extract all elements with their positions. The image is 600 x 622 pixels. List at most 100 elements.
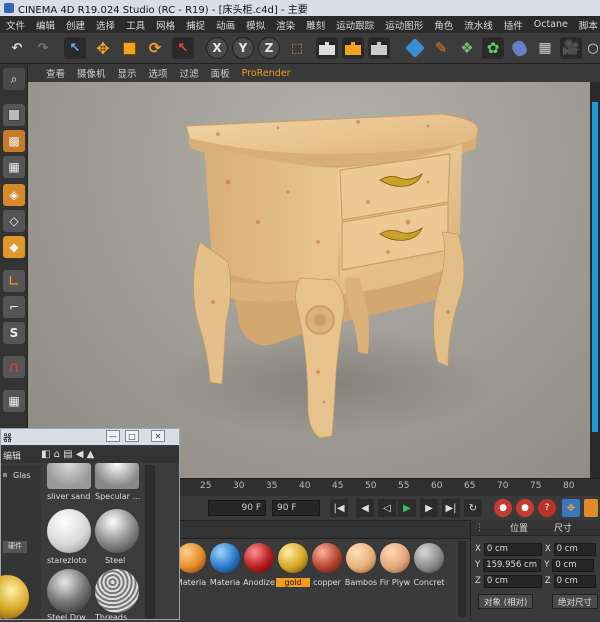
menu-tools[interactable]: 工具 <box>126 18 145 32</box>
menu-select[interactable]: 选择 <box>96 18 115 32</box>
scale-key-icon[interactable] <box>584 499 598 517</box>
cube-primitive-icon[interactable] <box>404 37 426 59</box>
scale-icon[interactable] <box>118 37 140 59</box>
menu-plugins[interactable]: 插件 <box>504 18 523 32</box>
menu-edit[interactable]: 编辑 <box>36 18 55 32</box>
render-view-icon[interactable] <box>316 37 338 59</box>
viewport-menu-prorender[interactable]: ProRender <box>242 68 291 79</box>
position-x-field[interactable]: 0 cm <box>483 542 542 556</box>
right-panel-tab[interactable] <box>592 102 598 432</box>
content-browser-edit-menu[interactable]: 编辑 <box>3 449 21 462</box>
menu-snap[interactable]: 捕捉 <box>186 18 205 32</box>
z-axis-lock-button[interactable]: Z <box>258 37 280 59</box>
material-swatch[interactable]: Bambos <box>344 543 378 587</box>
viewport-menu-display[interactable]: 显示 <box>118 66 137 80</box>
size-z-field[interactable]: 0 cm <box>553 574 596 588</box>
axis-mode-icon[interactable]: ∟ <box>3 270 25 292</box>
record-keyframe-icon[interactable]: ● <box>494 499 512 517</box>
material-scrollbar[interactable] <box>458 541 466 617</box>
cloner-icon[interactable]: ✿ <box>482 37 504 59</box>
tweak-mode-icon[interactable]: ⌐ <box>3 296 25 318</box>
menu-file[interactable]: 文件 <box>6 18 25 32</box>
maximize-button[interactable]: □ <box>125 430 139 442</box>
end-frame-field[interactable]: 90 F <box>272 500 320 516</box>
content-browser-tree[interactable]: Glas 硬件 <box>0 465 41 619</box>
menu-simulate[interactable]: 模拟 <box>246 18 265 32</box>
loop-icon[interactable]: ↻ <box>464 499 482 517</box>
floor-icon[interactable]: ▦ <box>534 37 556 59</box>
material-thumb-specular[interactable] <box>95 463 139 489</box>
start-frame-field[interactable]: 90 F <box>208 500 266 516</box>
material-swatch[interactable]: Concret <box>412 543 446 587</box>
coords-menu-icon[interactable]: ⋮ <box>475 523 484 533</box>
deformer-icon[interactable] <box>508 37 530 59</box>
viewport-menu-cameras[interactable]: 摄像机 <box>77 66 106 80</box>
minimize-button[interactable]: — <box>106 430 120 442</box>
menu-motion-tracking[interactable]: 运动跟踪 <box>336 18 374 32</box>
material-swatch[interactable]: Materia <box>208 543 242 587</box>
position-z-field[interactable]: 0 cm <box>483 574 542 588</box>
render-picture-viewer-icon[interactable] <box>342 37 364 59</box>
go-to-end-icon[interactable]: ▶| <box>442 499 460 517</box>
menu-pipeline[interactable]: 流水线 <box>464 18 493 32</box>
go-to-start-icon[interactable]: |◀ <box>330 499 348 517</box>
magnet-icon[interactable]: ∩ <box>3 356 25 378</box>
keyframe-selection-icon[interactable]: ? <box>538 499 556 517</box>
move-icon[interactable]: ✥ <box>92 37 114 59</box>
menu-sculpt[interactable]: 雕刻 <box>306 18 325 32</box>
select-arrow-icon[interactable]: ↖ <box>64 37 86 59</box>
material-thumb-steel[interactable] <box>95 509 139 553</box>
tree-expander-icon[interactable] <box>3 473 7 477</box>
menu-mesh[interactable]: 网格 <box>156 18 175 32</box>
menu-render[interactable]: 渲染 <box>276 18 295 32</box>
next-key-icon[interactable]: ▶ <box>420 499 438 517</box>
previous-key-icon[interactable]: ◀ <box>356 499 374 517</box>
undo-icon[interactable]: ↶ <box>6 37 28 59</box>
menu-animate[interactable]: 动画 <box>216 18 235 32</box>
material-thumb-steel-drw[interactable] <box>47 569 91 613</box>
y-axis-lock-button[interactable]: Y <box>232 37 254 59</box>
size-mode-dropdown[interactable]: 绝对尺寸 <box>552 594 599 609</box>
material-swatch[interactable]: Fir Plyw <box>378 543 412 587</box>
position-y-field[interactable]: 159.956 cm <box>483 558 542 572</box>
render-settings-icon[interactable] <box>368 37 390 59</box>
coordinate-system-icon[interactable]: ⬚ <box>286 37 308 59</box>
tree-item-glass[interactable]: Glas <box>13 471 31 480</box>
menu-create[interactable]: 创建 <box>66 18 85 32</box>
coordinate-mode-dropdown[interactable]: 对象 (相对) <box>478 594 534 609</box>
material-swatch[interactable]: copper <box>310 543 344 587</box>
content-browser-scrollbar[interactable] <box>145 465 155 619</box>
recent-tool-icon[interactable]: ↖ <box>172 37 194 59</box>
viewport-menu-filter[interactable]: 过滤 <box>180 66 199 80</box>
make-editable-icon[interactable]: ⌕ <box>3 68 25 90</box>
material-thumb-threads[interactable] <box>95 569 139 613</box>
tree-item-hardware[interactable]: 硬件 <box>3 541 27 553</box>
3d-viewport[interactable] <box>28 82 590 480</box>
rotate-icon[interactable]: ⟳ <box>144 37 166 59</box>
workplane-icon[interactable]: ▦ <box>3 390 25 412</box>
menu-mograph[interactable]: 运动图形 <box>385 18 423 32</box>
material-swatch[interactable]: Anodize <box>242 543 276 587</box>
subdivision-surface-icon[interactable]: ❖ <box>456 37 478 59</box>
material-swatch-selected[interactable]: gold <box>276 543 310 587</box>
close-button[interactable]: ✕ <box>151 430 165 442</box>
viewport-menu-view[interactable]: 查看 <box>46 66 65 80</box>
size-y-field[interactable]: 0 cm <box>552 558 595 572</box>
workplane-mode-icon[interactable]: ▦ <box>3 156 25 178</box>
texture-mode-icon[interactable]: ▩ <box>3 130 25 152</box>
material-thumb-sliver-sand[interactable] <box>47 463 91 489</box>
size-x-field[interactable]: 0 cm <box>553 542 596 556</box>
position-key-icon[interactable]: ✥ <box>562 499 580 517</box>
edges-mode-icon[interactable]: ◇ <box>3 210 25 232</box>
auto-keyframe-icon[interactable]: ● <box>516 499 534 517</box>
play-forward-icon[interactable]: ▶ <box>398 499 416 517</box>
menu-script[interactable]: 脚本 <box>579 18 598 32</box>
model-mode-icon[interactable] <box>3 104 25 126</box>
points-mode-icon[interactable]: ◈ <box>3 184 25 206</box>
play-backward-icon[interactable]: ◁ <box>378 499 396 517</box>
pen-spline-icon[interactable]: ✎ <box>430 37 452 59</box>
menu-octane[interactable]: Octane <box>534 19 568 30</box>
viewport-menu-options[interactable]: 选项 <box>149 66 168 80</box>
snap-icon[interactable]: S <box>3 322 25 344</box>
light-icon[interactable]: ○ <box>586 37 600 59</box>
